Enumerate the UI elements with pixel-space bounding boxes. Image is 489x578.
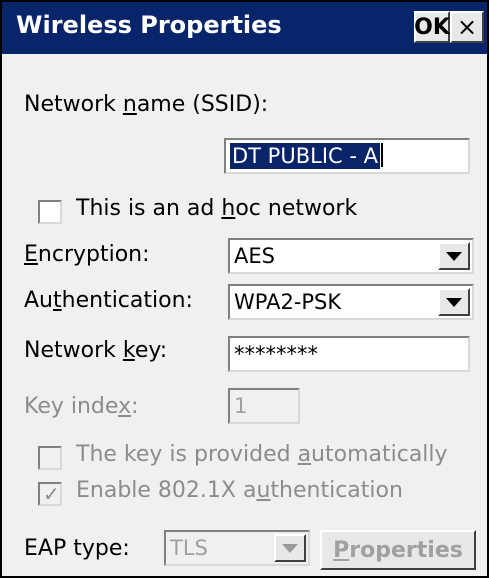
- key-index-label-part: :: [131, 394, 139, 419]
- network-key-input[interactable]: ********: [228, 336, 470, 372]
- network-key-value: ********: [234, 342, 318, 366]
- adhoc-label[interactable]: This is an ad hoc network: [76, 196, 357, 221]
- network-key-label-accel: k: [122, 338, 135, 363]
- close-button[interactable]: ×: [450, 11, 484, 43]
- network-name-label-accel: n: [122, 92, 137, 117]
- eap-type-label: EAP type:: [24, 536, 130, 561]
- eap-type-select[interactable]: TLS: [164, 530, 310, 566]
- encryption-label-part: ncryption:: [37, 242, 150, 267]
- key-index-label-accel: x: [118, 394, 132, 419]
- authentication-select[interactable]: WPA2-PSK: [228, 284, 474, 320]
- eap-type-value: TLS: [170, 536, 208, 560]
- network-key-label-part: ey:: [134, 338, 168, 363]
- title-bar[interactable]: Wireless Properties OK ×: [2, 2, 487, 54]
- auto-key-label-part: utomatically: [311, 442, 448, 467]
- text-caret: [380, 143, 383, 167]
- enable-8021x-label-part: thentication: [270, 478, 403, 503]
- adhoc-label-part: oc network: [235, 196, 358, 221]
- properties-button-accel: P: [333, 537, 350, 563]
- chevron-down-icon: [446, 251, 462, 261]
- encryption-label: Encryption:: [24, 242, 150, 267]
- chevron-down-icon: [446, 297, 462, 307]
- network-name-value: DT PUBLIC - A: [230, 143, 380, 169]
- key-index-label: Key index:: [24, 394, 139, 419]
- properties-button-label: roperties: [349, 537, 463, 563]
- network-name-label-part: ame (SSID):: [136, 92, 269, 117]
- encryption-select[interactable]: AES: [228, 238, 474, 274]
- key-index-label-part: Key inde: [24, 394, 119, 419]
- auto-key-checkbox[interactable]: [38, 446, 62, 470]
- network-name-input[interactable]: DT PUBLIC - A: [224, 138, 470, 174]
- wireless-properties-dialog: Wireless Properties OK × Network name (S…: [0, 0, 489, 578]
- network-name-label-part: Network: [24, 92, 123, 117]
- authentication-label-part: Au: [24, 288, 53, 313]
- encryption-value: AES: [234, 244, 275, 268]
- adhoc-checkbox[interactable]: [38, 200, 62, 224]
- auto-key-label[interactable]: The key is provided automatically: [76, 442, 448, 467]
- adhoc-label-part: This is an ad: [76, 196, 222, 221]
- chevron-down-icon: [282, 543, 298, 553]
- authentication-dropdown-button[interactable]: [438, 288, 470, 316]
- authentication-label-accel: t: [53, 288, 62, 313]
- properties-button[interactable]: Properties: [320, 530, 476, 570]
- encryption-dropdown-button[interactable]: [438, 242, 470, 270]
- adhoc-label-accel: h: [221, 196, 236, 221]
- authentication-label-part: hentication:: [61, 288, 193, 313]
- auto-key-label-accel: a: [297, 442, 312, 467]
- eap-type-dropdown-button[interactable]: [274, 534, 306, 562]
- window-title: Wireless Properties: [16, 11, 282, 39]
- enable-8021x-label[interactable]: Enable 802.1X authentication: [76, 478, 403, 503]
- network-name-label: Network name (SSID):: [24, 92, 268, 117]
- authentication-value: WPA2-PSK: [234, 290, 342, 314]
- checkmark-icon: ✓: [43, 482, 60, 506]
- enable-8021x-label-accel: u: [256, 478, 271, 503]
- network-key-label-part: Network: [24, 338, 123, 363]
- encryption-label-accel: E: [24, 242, 38, 267]
- ok-button[interactable]: OK: [414, 11, 450, 43]
- authentication-label: Authentication:: [24, 288, 193, 313]
- enable-8021x-checkbox[interactable]: ✓: [38, 482, 62, 506]
- network-key-label: Network key:: [24, 338, 167, 363]
- enable-8021x-label-part: Enable 802.1X a: [76, 478, 257, 503]
- auto-key-label-part: The key is provided: [76, 442, 298, 467]
- key-index-value: 1: [234, 394, 248, 418]
- key-index-input[interactable]: 1: [228, 388, 300, 424]
